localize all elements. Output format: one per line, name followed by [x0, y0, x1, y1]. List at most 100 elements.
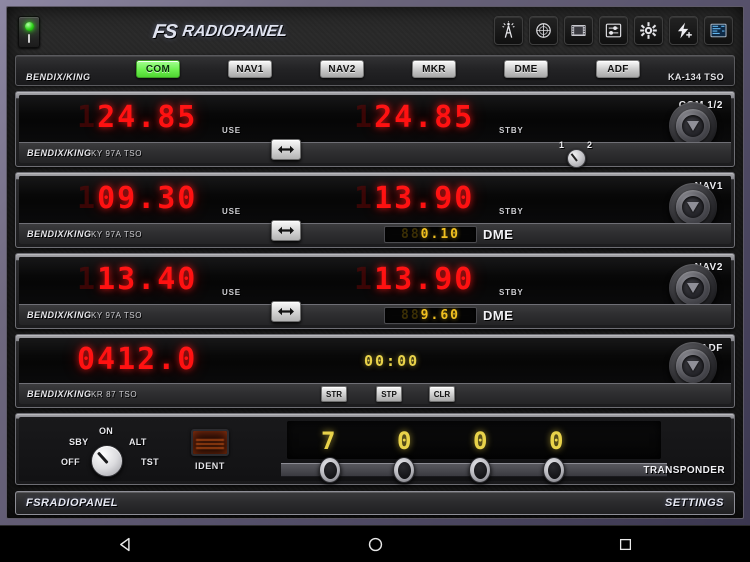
nav1-standby-label: STBY: [499, 207, 524, 216]
nav1-screen: 109.30 USE 113.90 STBY NAV1: [19, 176, 731, 223]
compass-icon-button[interactable]: [529, 16, 558, 45]
adf-screen: 0412.0 00:00 ADF: [19, 338, 731, 383]
transponder-digit-4[interactable]: 0: [549, 427, 563, 455]
adf-stp-button[interactable]: STP: [376, 386, 402, 402]
mode-label-sby: SBY: [69, 437, 89, 447]
transponder-digit-2[interactable]: 0: [397, 427, 411, 455]
transponder-unit-name: TRANSPONDER: [643, 465, 725, 476]
tab-nav1[interactable]: NAV1: [228, 60, 272, 78]
nav2-swap-button[interactable]: [271, 301, 301, 322]
ident-button[interactable]: [191, 429, 229, 456]
app-root: FS RADIOPANEL BENDIX/KING COM NAV1 NAV2 …: [0, 0, 750, 562]
adf-timer[interactable]: 00:00: [364, 352, 419, 370]
adf-model: KR 87 TSO: [91, 390, 138, 399]
nav2-knob-inner-ring: [682, 277, 704, 299]
transponder-knob-1[interactable]: [318, 456, 342, 484]
antenna-icon-button[interactable]: [494, 16, 523, 45]
com-active-frequency[interactable]: 124.85: [77, 100, 197, 135]
com-tuning-knob[interactable]: [666, 99, 720, 142]
display-icon: [710, 23, 727, 38]
transponder-mode-selector[interactable]: OFF SBY ON ALT TST: [59, 421, 189, 479]
nav2-active-frequency[interactable]: 113.40: [77, 262, 197, 297]
nav1-standby-frequency[interactable]: 113.90: [354, 181, 474, 216]
display-icon-button[interactable]: [704, 16, 733, 45]
tab-com[interactable]: COM: [136, 60, 180, 78]
transponder-knob-3[interactable]: [468, 456, 492, 484]
transponder-digit-3[interactable]: 0: [473, 427, 487, 455]
settings-button[interactable]: SETTINGS: [665, 497, 724, 509]
lightning-plus-icon-button[interactable]: [669, 16, 698, 45]
gear-icon-button[interactable]: [634, 16, 663, 45]
sliders-icon-button[interactable]: [599, 16, 628, 45]
adf-str-button[interactable]: STR: [321, 386, 347, 402]
gear-icon: [640, 22, 657, 39]
band-tabstrip: BENDIX/KING COM NAV1 NAV2 MKR DME ADF KA…: [15, 55, 735, 86]
nav1-active-label: USE: [222, 207, 241, 216]
nav1-subbar: BENDIX/KING KY 97A TSO 880.10 DME: [19, 220, 731, 244]
adf-knob-outer-ring: [676, 349, 710, 383]
transponder-knob-4[interactable]: [542, 456, 566, 484]
transponder-unit: OFF SBY ON ALT TST IDENT 7 0 0 0 TRANSPO…: [15, 413, 735, 485]
footer-bar: FSRADIOPANEL SETTINGS: [15, 491, 735, 515]
adf-frequency[interactable]: 0412.0: [77, 342, 197, 377]
nav2-model: KY 97A TSO: [91, 311, 143, 320]
com-screen: 124.85 USE 124.85 STBY COM 1/2: [19, 95, 731, 142]
adf-knob-inner-ring: [682, 355, 704, 377]
nav1-tuning-knob[interactable]: [666, 180, 720, 223]
nav1-active-frequency[interactable]: 109.30: [77, 181, 197, 216]
nav-back-button[interactable]: [95, 536, 155, 553]
antenna-icon: [502, 21, 515, 38]
nav1-knob-outer-ring: [676, 190, 710, 223]
tabstrip-model: KA-134 TSO: [667, 72, 724, 82]
mode-label-tst: TST: [141, 457, 159, 467]
power-switch-mark: [28, 33, 30, 43]
adf-tuning-knob[interactable]: [666, 339, 720, 383]
nav2-dme-label: DME: [483, 308, 514, 323]
power-switch[interactable]: [18, 16, 40, 48]
transponder-code-display: 7 0 0 0: [287, 421, 661, 459]
adf-clr-button[interactable]: CLR: [429, 386, 455, 402]
tab-nav2[interactable]: NAV2: [320, 60, 364, 78]
nav1-dme-display[interactable]: 880.10: [384, 226, 477, 243]
transponder-knob-2[interactable]: [392, 456, 416, 484]
com-brand: BENDIX/KING: [27, 148, 92, 158]
com-model: KY 97A TSO: [91, 149, 143, 158]
nav2-standby-frequency[interactable]: 113.90: [354, 262, 474, 297]
nav2-dme-display[interactable]: 889.60: [384, 307, 477, 324]
com-active-label: USE: [222, 126, 241, 135]
app-logo: FS RADIOPANEL: [113, 18, 327, 46]
nav2-tuning-knob[interactable]: [666, 261, 720, 304]
nav2-knob-outer-ring: [676, 271, 710, 304]
nav-recents-button[interactable]: [595, 537, 655, 552]
filmstrip-icon-button[interactable]: [564, 16, 593, 45]
nav2-dme-value: 889.60: [401, 308, 460, 323]
toolbar: [494, 16, 733, 45]
com-selector-label-1: 1: [559, 140, 565, 150]
recents-icon: [619, 538, 631, 550]
logo-fs-text: FS: [151, 20, 179, 43]
com-knob-outer-ring: [676, 109, 710, 142]
com-swap-button[interactable]: [271, 139, 301, 160]
com-knob-inner-ring: [682, 115, 704, 137]
nav2-subbar: BENDIX/KING KY 97A TSO 889.60 DME: [19, 301, 731, 325]
com-standby-frequency[interactable]: 124.85: [354, 100, 474, 135]
swap-arrows-icon: [278, 226, 294, 235]
com-standby-label: STBY: [499, 126, 524, 135]
com-1-2-selector[interactable]: 1 2: [547, 140, 607, 168]
sliders-icon: [605, 23, 622, 38]
tab-dme[interactable]: DME: [504, 60, 548, 78]
com-selector-knob[interactable]: [567, 149, 586, 168]
tab-mkr[interactable]: MKR: [412, 60, 456, 78]
nav2-standby-label: STBY: [499, 288, 524, 297]
app-header: FS RADIOPANEL: [15, 12, 735, 52]
nav2-unit-inner: 113.40 USE 113.90 STBY NAV2 BENDIX/KING …: [19, 257, 731, 325]
adf-unit-inner: 0412.0 00:00 ADF BENDIX/KING KR 87 TSO S…: [19, 338, 731, 404]
com-subbar: BENDIX/KING KY 97A TSO 1 2: [19, 139, 731, 168]
transponder-mode-knob[interactable]: [90, 444, 124, 478]
nav1-brand: BENDIX/KING: [27, 229, 92, 239]
nav-home-button[interactable]: [345, 536, 405, 553]
transponder-digit-1[interactable]: 7: [321, 427, 335, 455]
tab-adf[interactable]: ADF: [596, 60, 640, 78]
nav1-swap-button[interactable]: [271, 220, 301, 241]
nav1-model: KY 97A TSO: [91, 230, 143, 239]
